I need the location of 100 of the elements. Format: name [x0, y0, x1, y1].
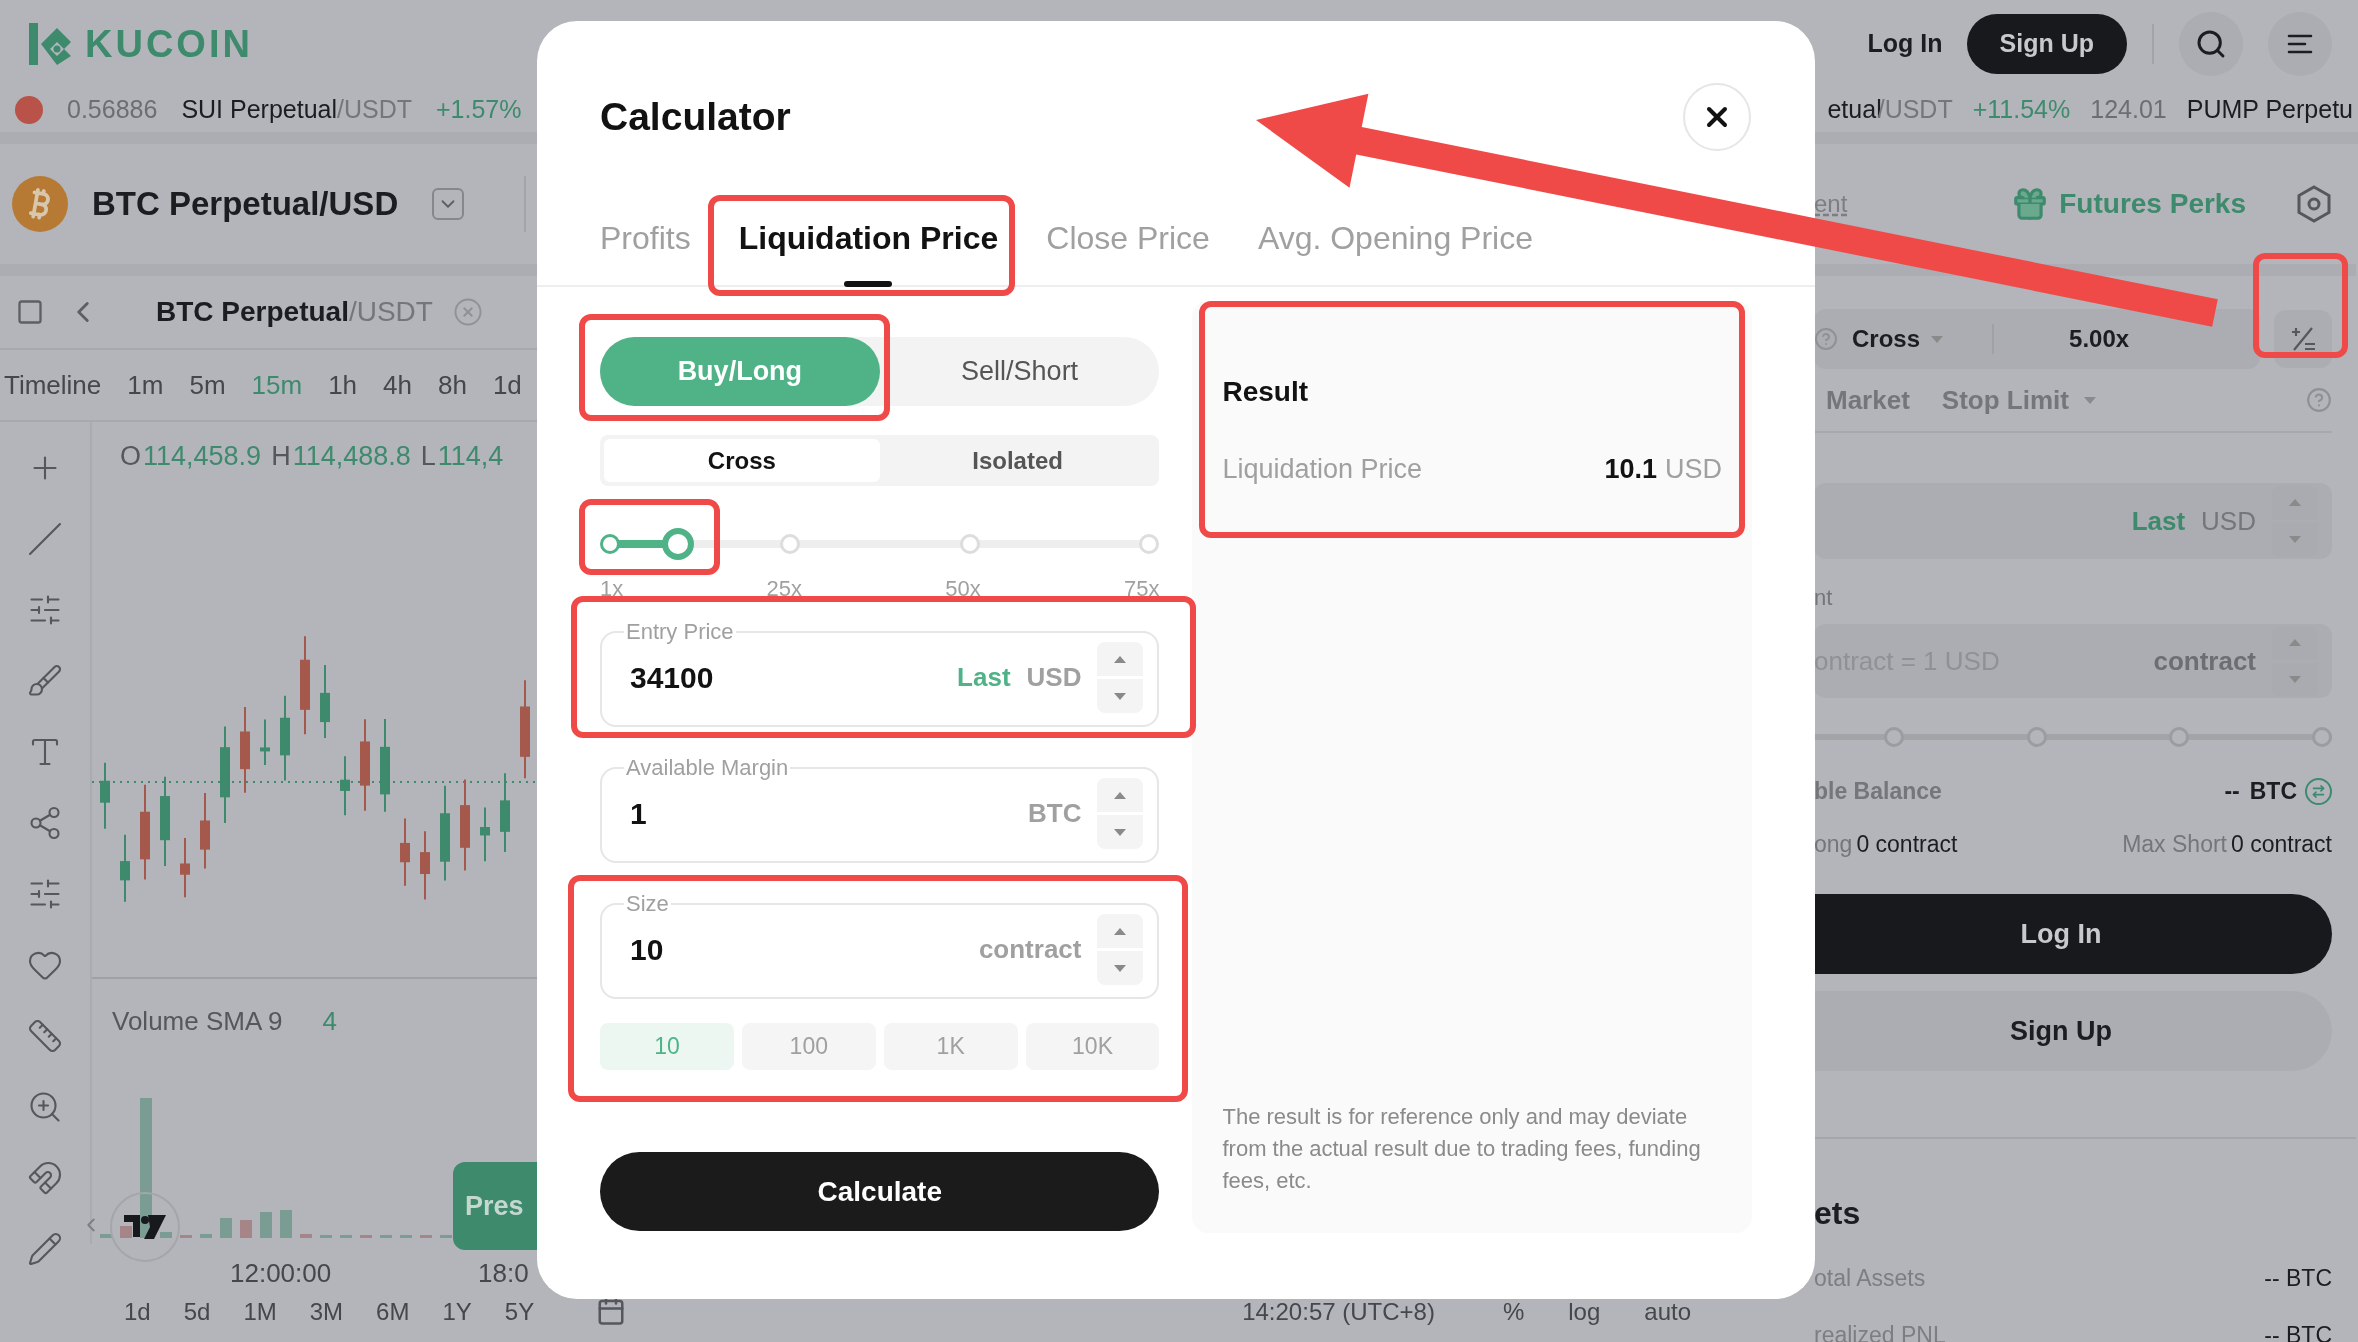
slider-step[interactable] — [2311, 727, 2332, 747]
step-down-button[interactable] — [1097, 679, 1144, 713]
ticker-text: 124.01 — [2090, 94, 2167, 126]
calendar-icon[interactable] — [596, 1296, 627, 1326]
volume-bar — [160, 1232, 172, 1238]
slider-step[interactable] — [1884, 727, 1904, 747]
settings-icon[interactable] — [2296, 184, 2332, 224]
chart-logo-icon[interactable] — [110, 1192, 180, 1262]
side-option[interactable]: Sell/Short — [879, 337, 1160, 406]
caret-up-icon — [2288, 498, 2302, 507]
leverage-value[interactable]: 5.00x — [2069, 321, 2130, 357]
scale-button[interactable]: log — [1568, 1300, 1601, 1324]
volume-value: 4 — [322, 1005, 337, 1038]
size-preset-button[interactable]: 100 — [741, 1023, 876, 1070]
line-icon[interactable] — [27, 520, 63, 557]
dropdown-button[interactable] — [432, 188, 465, 220]
range-button[interactable]: 3M — [309, 1300, 344, 1324]
range-button[interactable]: 5d — [183, 1300, 211, 1324]
calculator-tab[interactable]: Profits — [600, 191, 691, 285]
timeframe-tab[interactable]: 4h — [383, 365, 412, 405]
step-down-button[interactable] — [1097, 951, 1144, 985]
candle — [400, 817, 410, 887]
leverage-mark: 1x — [600, 575, 624, 603]
calculate-button[interactable]: Calculate — [600, 1152, 1160, 1231]
dialog-title: Calculator — [600, 93, 791, 140]
volume-bar — [240, 1220, 252, 1238]
range-button[interactable]: 6M — [376, 1300, 410, 1324]
caret-down-icon — [1113, 691, 1128, 701]
last-price-link[interactable]: Last — [957, 658, 1011, 697]
field-value: 1 — [630, 796, 648, 832]
calculator-tab[interactable]: Avg. Opening Price — [1257, 191, 1533, 285]
field-label: nt — [1814, 584, 1834, 612]
step-up-button[interactable] — [1097, 642, 1144, 676]
help-icon[interactable] — [1814, 327, 1838, 351]
leverage-mark: 50x — [945, 575, 981, 603]
candle — [420, 830, 430, 901]
ticker-text: /USDT — [337, 94, 412, 126]
leverage-mark: 25x — [766, 575, 802, 603]
size-preset-button[interactable]: 1K — [883, 1023, 1018, 1070]
calculator-button[interactable] — [2274, 310, 2332, 368]
unit-label: USD — [1026, 661, 1082, 694]
time-label: 18:0 — [478, 1257, 529, 1290]
step-up-button[interactable] — [1097, 778, 1144, 812]
step-down-button[interactable] — [1097, 815, 1144, 849]
timeframe-tab[interactable]: 1m — [127, 365, 164, 405]
candle — [260, 718, 270, 766]
timeframe-tab[interactable]: 5m — [189, 365, 226, 405]
volume-bar — [400, 1235, 412, 1238]
promo-button[interactable]: Pres — [453, 1162, 537, 1250]
calculator-tab[interactable]: Liquidation Price — [738, 191, 999, 285]
timeframe-tab[interactable]: 8h — [437, 365, 467, 405]
range-button[interactable]: 1Y — [442, 1300, 472, 1324]
balance-label: ble Balance — [1814, 777, 1942, 806]
brush-icon[interactable] — [27, 662, 63, 699]
slider-step[interactable] — [2169, 727, 2190, 747]
field-label: Available Margin — [625, 754, 790, 782]
candle — [180, 836, 190, 899]
signup-button[interactable]: Sign Up — [1966, 14, 2127, 74]
margin-option[interactable]: Isolated — [879, 439, 1156, 482]
close-button[interactable] — [1683, 83, 1751, 151]
volume-bar — [360, 1235, 372, 1238]
margin-mode-dropdown[interactable]: Cross — [1852, 321, 1945, 357]
margin-option[interactable]: Cross — [604, 439, 880, 482]
unit-label: contract — [2153, 644, 2256, 678]
scale-button[interactable]: % — [1502, 1300, 1525, 1324]
scale-button[interactable]: auto — [1644, 1300, 1691, 1324]
volume-bar — [280, 1210, 292, 1238]
symbol-text: BTC Perpetual — [156, 295, 349, 329]
ohlc-key: H — [271, 436, 291, 477]
range-button[interactable]: 1M — [243, 1300, 277, 1324]
magnet-icon[interactable] — [27, 1159, 63, 1196]
range-button[interactable]: 1d — [124, 1300, 151, 1324]
caret-down-icon — [2082, 395, 2097, 405]
size-preset-button[interactable]: 10K — [1025, 1023, 1160, 1070]
timeframe-tab[interactable]: Timeline — [4, 365, 102, 405]
coin-icon — [15, 96, 43, 124]
ticker-text: SUI Perpetual — [181, 94, 337, 126]
calculator-tab[interactable]: Close Price — [1046, 191, 1210, 285]
caret-down-icon — [1113, 963, 1128, 973]
step-up-button[interactable] — [1097, 914, 1144, 948]
asset-value: -- BTC — [2264, 1320, 2332, 1342]
range-button[interactable]: 5Y — [504, 1300, 535, 1324]
transfer-icon[interactable] — [2305, 777, 2332, 805]
square-icon[interactable] — [16, 298, 44, 326]
caret-up-icon — [1113, 654, 1128, 664]
caret-up-icon — [1113, 926, 1128, 936]
slider-step[interactable] — [2026, 727, 2047, 747]
side-option[interactable]: Buy/Long — [600, 337, 880, 406]
field-value: 34100 — [630, 660, 715, 696]
ticker-text: +1.57% — [436, 94, 522, 126]
result-title: Result — [1222, 375, 1310, 409]
ruler-icon[interactable] — [27, 1017, 63, 1054]
pencil-icon[interactable] — [27, 1230, 63, 1267]
volume-bar — [120, 1226, 132, 1238]
size-preset-button[interactable]: 10 — [600, 1023, 734, 1070]
timeframe-tab[interactable]: 1h — [328, 365, 358, 405]
login-link[interactable]: Log In — [1867, 25, 1943, 63]
candle — [340, 755, 350, 817]
bitcoin-icon — [12, 176, 68, 232]
timeframe-tab[interactable]: 1d — [492, 365, 522, 405]
